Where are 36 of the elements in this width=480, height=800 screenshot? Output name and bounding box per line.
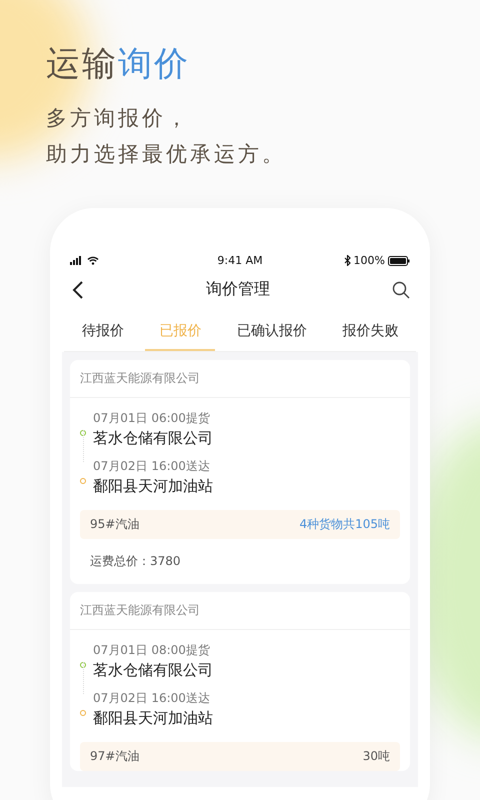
battery-percent: 100% [354,254,385,267]
subtitle-text: 多方询报价， [46,105,191,132]
order-card[interactable]: 江西蓝天能源有限公司 07月01日 08:00提货 茗水仓储有限公司 07月02日 16:00送达 鄱阳县天河加油站 97#汽油 30吨 [70,592,410,771]
tab[interactable]: 待报价 [68,318,138,351]
stop-time: 07月02日 16:00送达 [93,690,211,707]
cargo-quantity: 30吨 [362,748,390,765]
total-price: 运费总价：3780 [89,553,182,570]
tab[interactable]: 已确认报价 [222,318,321,351]
stop-dot-icon [80,662,86,668]
stop-place: 茗水仓储有限公司 [93,429,213,448]
headline-text: 询价 [118,44,190,84]
headline-text: 运输 [46,44,118,84]
stop-place: 鄱阳县天河加油站 [93,477,213,496]
bluetooth-icon [344,255,351,266]
cargo-name: 95#汽油 [90,516,140,533]
company-name: 江西蓝天能源有限公司 [70,360,410,398]
tab[interactable]: 报价失败 [328,318,412,351]
subtitle-text: 助力选择最优承运方。 [46,141,287,168]
back-icon[interactable] [72,280,84,298]
page-title: 询价管理 [206,279,270,300]
battery-icon [388,256,410,266]
status-time: 9:41 AM [217,254,263,267]
order-card[interactable]: 江西蓝天能源有限公司 07月01日 06:00提货 茗水仓储有限公司 07月02日 16:00送达 鄱阳县天河加油站 95#汽油 4种货物共105吨 运费总价：3780 [70,360,410,584]
wifi-icon [87,256,99,265]
company-name: 江西蓝天能源有限公司 [70,592,410,630]
stop-dot-icon [80,478,86,484]
stop-place: 鄱阳县天河加油站 [93,709,213,728]
stop-time: 07月01日 06:00提货 [93,410,211,427]
stop-place: 茗水仓储有限公司 [93,661,213,680]
cargo-name: 97#汽油 [90,748,140,765]
stop-time: 07月02日 16:00送达 [93,458,211,475]
stop-dot-icon [80,710,86,716]
stop-dot-icon [80,430,86,436]
search-icon[interactable] [392,280,410,298]
stop-time: 07月01日 08:00提货 [93,642,211,659]
signal-icon [70,256,84,265]
